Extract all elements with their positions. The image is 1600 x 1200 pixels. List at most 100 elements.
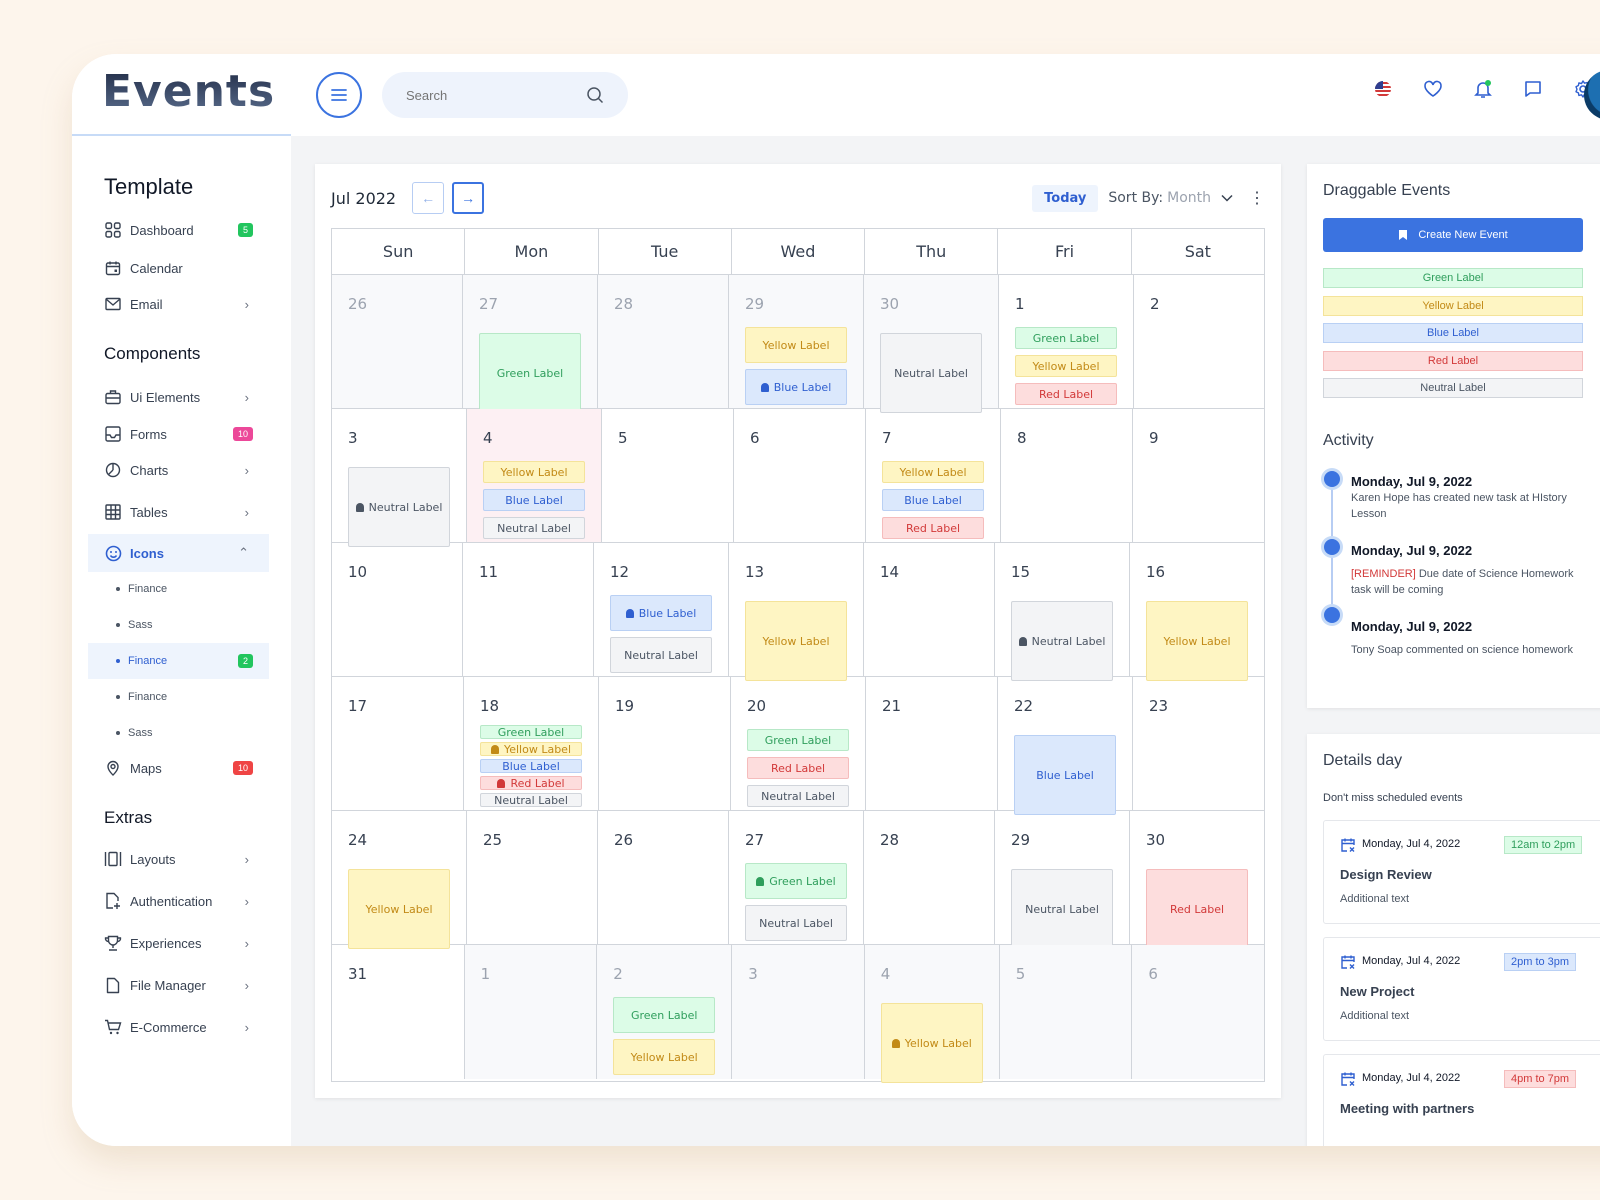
- day-cell[interactable]: 27 Green Label: [463, 275, 598, 413]
- sidebar-subitem-finance-active[interactable]: Finance 2: [88, 643, 269, 679]
- day-cell[interactable]: 17: [332, 677, 464, 810]
- sidebar-item-tables[interactable]: Tables ›: [88, 494, 269, 530]
- prev-month-button[interactable]: ←: [412, 182, 445, 214]
- day-cell[interactable]: 13 Yellow Label: [729, 543, 864, 681]
- event-label[interactable]: Neutral Label: [348, 467, 450, 547]
- sidebar-item-authentication[interactable]: Authentication ›: [88, 883, 269, 919]
- day-cell[interactable]: 6: [734, 409, 866, 542]
- event-label[interactable]: Yellow Label: [480, 742, 582, 756]
- event-label[interactable]: Yellow Label: [483, 461, 585, 483]
- sidebar-item-dashboard[interactable]: Dashboard 5: [88, 212, 269, 248]
- event-label[interactable]: Blue Label: [483, 489, 585, 511]
- day-cell[interactable]: 7 Yellow Label Blue Label Red Label: [866, 409, 1001, 542]
- detail-event-card[interactable]: Monday, Jul 4, 2022 2pm to 3pm New Project…: [1323, 937, 1600, 1041]
- day-cell[interactable]: 29 Yellow Label Blue Label: [729, 275, 864, 408]
- day-cell[interactable]: 8: [1001, 409, 1133, 542]
- event-label[interactable]: Yellow Label: [745, 601, 847, 681]
- day-cell[interactable]: 5: [999, 945, 1133, 1079]
- sidebar-subitem-finance[interactable]: Finance: [88, 679, 269, 715]
- event-label[interactable]: Yellow Label: [348, 869, 450, 949]
- next-month-button[interactable]: →: [452, 182, 485, 214]
- day-cell[interactable]: 14: [864, 543, 995, 676]
- event-label[interactable]: Neutral Label: [483, 517, 585, 539]
- sidebar-item-layouts[interactable]: Layouts ›: [88, 841, 269, 877]
- sidebar-item-experiences[interactable]: Experiences ›: [88, 925, 269, 961]
- event-label[interactable]: Green Label: [1015, 327, 1117, 349]
- day-cell[interactable]: 20 Green Label Red Label Neutral Label: [731, 677, 866, 810]
- sidebar-item-e-commerce[interactable]: E-Commerce ›: [88, 1009, 269, 1045]
- event-label[interactable]: Green Label: [745, 863, 847, 899]
- day-cell[interactable]: 19: [599, 677, 731, 810]
- event-label[interactable]: Green Label: [613, 997, 716, 1033]
- draggable-event[interactable]: Green Label: [1323, 268, 1583, 288]
- draggable-event[interactable]: Blue Label: [1323, 323, 1583, 343]
- event-label[interactable]: Neutral Label: [880, 333, 982, 413]
- create-new-event-button[interactable]: Create New Event: [1323, 218, 1583, 252]
- menu-button[interactable]: [316, 72, 362, 118]
- day-cell[interactable]: 5: [602, 409, 734, 542]
- draggable-event[interactable]: Red Label: [1323, 350, 1583, 371]
- detail-event-card[interactable]: Monday, Jul 4, 2022 4pm to 7pm Meeting wit…: [1323, 1054, 1600, 1146]
- event-label[interactable]: Yellow Label: [1015, 355, 1117, 377]
- event-label[interactable]: Neutral Label: [480, 793, 582, 807]
- event-label[interactable]: Green Label: [479, 333, 581, 413]
- day-cell[interactable]: 4 Yellow Label Blue Label Neutral Label: [467, 409, 602, 542]
- sidebar-item-maps[interactable]: Maps 10: [88, 750, 269, 786]
- day-cell[interactable]: 27 Green Label Neutral Label: [729, 811, 864, 944]
- sidebar-item-email[interactable]: Email ›: [88, 286, 269, 322]
- event-label[interactable]: Green Label: [480, 725, 582, 739]
- day-cell[interactable]: 15 Neutral Label: [995, 543, 1130, 681]
- day-cell[interactable]: 31: [332, 945, 465, 1079]
- day-cell[interactable]: 1 Green Label Yellow Label Red Label: [999, 275, 1134, 408]
- day-cell[interactable]: 11: [463, 543, 594, 676]
- event-label[interactable]: Neutral Label: [610, 637, 712, 673]
- day-cell[interactable]: 25: [467, 811, 598, 944]
- event-label[interactable]: Neutral Label: [1011, 869, 1113, 949]
- event-label[interactable]: Red Label: [1146, 869, 1248, 949]
- sidebar-item-icons[interactable]: Icons ⌃: [88, 534, 269, 572]
- chat-icon[interactable]: [1522, 78, 1544, 100]
- event-label[interactable]: Yellow Label: [1146, 601, 1248, 681]
- day-cell[interactable]: 28: [864, 811, 995, 944]
- us-flag-icon[interactable]: [1372, 78, 1394, 100]
- event-label[interactable]: Yellow Label: [745, 327, 847, 363]
- event-label[interactable]: Yellow Label: [613, 1039, 716, 1075]
- sidebar-item-forms[interactable]: Forms 10: [88, 416, 269, 452]
- event-label[interactable]: Green Label: [747, 729, 849, 751]
- sidebar-subitem-sass[interactable]: Sass: [88, 607, 269, 643]
- event-label[interactable]: Blue Label: [745, 369, 847, 405]
- event-label[interactable]: Neutral Label: [1011, 601, 1113, 681]
- day-cell[interactable]: 3 Neutral Label: [332, 409, 467, 547]
- sidebar-subitem-sass[interactable]: Sass: [88, 715, 269, 751]
- sidebar-item-calendar[interactable]: Calendar: [88, 250, 269, 286]
- today-button[interactable]: Today: [1032, 184, 1099, 212]
- day-cell[interactable]: 1: [464, 945, 598, 1079]
- day-cell[interactable]: 22 Blue Label: [998, 677, 1133, 815]
- day-cell[interactable]: 10: [332, 543, 463, 676]
- more-options-icon[interactable]: ⋮: [1249, 188, 1265, 208]
- day-cell[interactable]: 24 Yellow Label: [332, 811, 467, 949]
- sidebar-item-ui-elements[interactable]: Ui Elements ›: [88, 379, 269, 415]
- day-cell[interactable]: 6: [1132, 945, 1264, 1079]
- draggable-event[interactable]: Neutral Label: [1323, 378, 1583, 398]
- event-label[interactable]: Yellow Label: [882, 461, 984, 483]
- detail-event-card[interactable]: Monday, Jul 4, 2022 12am to 2pm Design Rev…: [1323, 820, 1600, 924]
- search-icon[interactable]: [586, 86, 604, 104]
- event-label[interactable]: Red Label: [882, 517, 984, 539]
- day-cell[interactable]: 16 Yellow Label: [1130, 543, 1264, 681]
- heart-icon[interactable]: [1422, 78, 1444, 100]
- day-cell[interactable]: 26: [598, 811, 729, 944]
- day-cell[interactable]: 18 Green Label Yellow Label Blue Label Red L…: [464, 677, 599, 810]
- event-label[interactable]: Red Label: [480, 776, 582, 790]
- event-label[interactable]: Neutral Label: [747, 785, 849, 807]
- day-cell[interactable]: 30 Neutral Label: [864, 275, 999, 413]
- day-cell[interactable]: 26: [332, 275, 463, 408]
- event-label[interactable]: Blue Label: [610, 595, 712, 631]
- bell-icon[interactable]: [1472, 78, 1494, 100]
- day-cell[interactable]: 4 Yellow Label: [864, 945, 1000, 1083]
- event-label[interactable]: Blue Label: [480, 759, 582, 773]
- day-cell[interactable]: 30 Red Label: [1130, 811, 1264, 949]
- sidebar-item-charts[interactable]: Charts ›: [88, 452, 269, 488]
- day-cell[interactable]: 3: [732, 945, 865, 1079]
- event-label[interactable]: Blue Label: [882, 489, 984, 511]
